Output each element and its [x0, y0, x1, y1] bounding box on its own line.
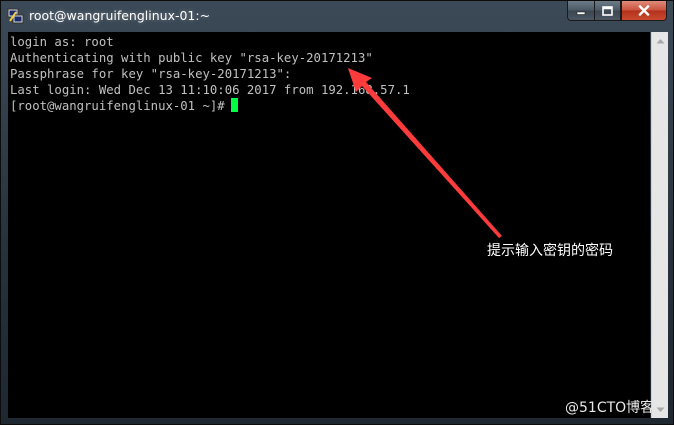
putty-window: root@wangruifenglinux-01:~ login as: roo…: [0, 0, 674, 425]
maximize-icon: [602, 5, 613, 16]
title-bar[interactable]: root@wangruifenglinux-01:~: [1, 1, 673, 31]
close-icon: [638, 5, 650, 16]
window-controls: [567, 1, 667, 21]
terminal-line: login as: root: [10, 35, 114, 49]
watermark: @51CTO博客: [565, 400, 655, 416]
minimize-icon: [576, 11, 586, 15]
terminal-prompt: [root@wangruifenglinux-01 ~]#: [10, 99, 225, 113]
maximize-button[interactable]: [594, 1, 621, 21]
close-button[interactable]: [621, 1, 667, 21]
scroll-down-button[interactable]: [652, 401, 668, 418]
chevron-down-icon: [656, 407, 664, 412]
terminal-line: Last login: Wed Dec 13 11:10:06 2017 fro…: [10, 83, 410, 97]
terminal-cursor: [230, 98, 238, 112]
vertical-scrollbar[interactable]: [651, 32, 668, 418]
terminal-area[interactable]: login as: root Authenticating with publi…: [8, 32, 650, 418]
terminal-line: Authenticating with public key "rsa-key-…: [10, 51, 373, 65]
terminal-prompt-line[interactable]: [root@wangruifenglinux-01 ~]#: [10, 98, 238, 114]
annotation-label: 提示输入密钥的密码: [487, 243, 613, 259]
window-title: root@wangruifenglinux-01:~: [29, 8, 211, 23]
terminal-line: Passphrase for key "rsa-key-20171213":: [10, 67, 292, 81]
putty-app-icon[interactable]: [7, 7, 24, 24]
scroll-up-button[interactable]: [652, 32, 668, 49]
chevron-up-icon: [656, 38, 664, 43]
minimize-button[interactable]: [567, 1, 594, 21]
